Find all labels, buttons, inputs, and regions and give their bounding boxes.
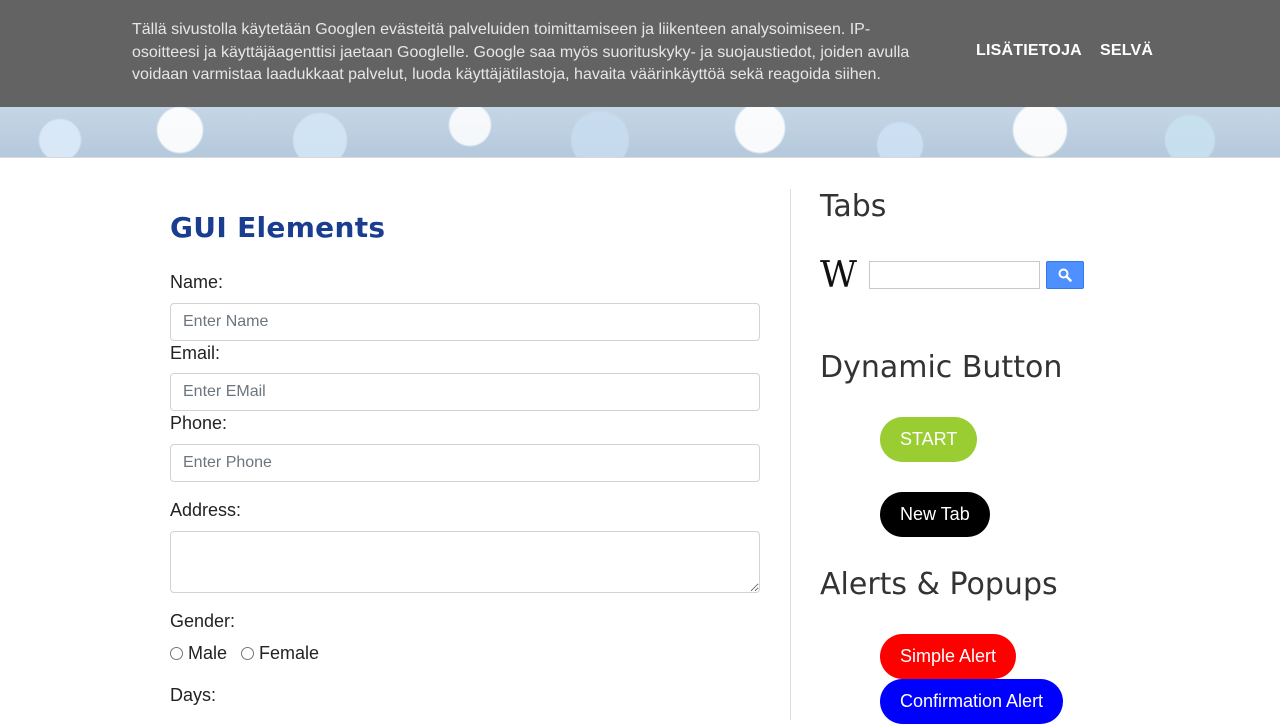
email-label: Email: <box>170 343 221 363</box>
wikipedia-logo-icon: W <box>820 255 857 296</box>
new-tab-button[interactable]: New Tab <box>880 492 990 537</box>
email-input[interactable] <box>170 373 760 411</box>
column-divider <box>790 189 791 720</box>
dynamic-button-heading: Dynamic Button <box>820 350 1063 385</box>
wikipedia-search-input[interactable] <box>869 261 1040 289</box>
female-radio[interactable] <box>241 647 255 660</box>
days-label: Days: <box>170 685 217 705</box>
male-radio-label: Male <box>188 643 228 663</box>
name-input[interactable] <box>170 303 760 341</box>
male-radio[interactable] <box>170 647 183 660</box>
alerts-heading: Alerts & Popups <box>820 567 1058 602</box>
cookie-consent-text: Tällä sivustolla käytetään Googlen eväst… <box>132 21 910 83</box>
female-radio-label: Female <box>259 643 320 663</box>
start-button[interactable]: START <box>880 417 978 462</box>
accept-cookies-button[interactable]: SELVÄ <box>1100 42 1153 60</box>
phone-input[interactable] <box>170 444 760 482</box>
page-title: GUI Elements <box>170 211 386 244</box>
name-label: Name: <box>170 272 224 292</box>
simple-alert-button[interactable]: Simple Alert <box>880 634 1017 679</box>
gender-label: Gender: <box>170 611 236 631</box>
learn-more-button[interactable]: LISÄTIETOJA <box>976 42 1082 60</box>
confirmation-alert-button[interactable]: Confirmation Alert <box>880 679 1064 724</box>
gender-radio-group: Male Female <box>170 643 333 664</box>
tabs-heading: Tabs <box>820 189 887 224</box>
address-textarea[interactable] <box>170 531 760 593</box>
search-icon <box>1058 268 1072 282</box>
phone-label: Phone: <box>170 413 228 433</box>
cookie-consent-bar: Tällä sivustolla käytetään Googlen eväst… <box>0 0 1280 107</box>
address-label: Address: <box>170 500 242 520</box>
wikipedia-search-button[interactable] <box>1046 261 1084 289</box>
